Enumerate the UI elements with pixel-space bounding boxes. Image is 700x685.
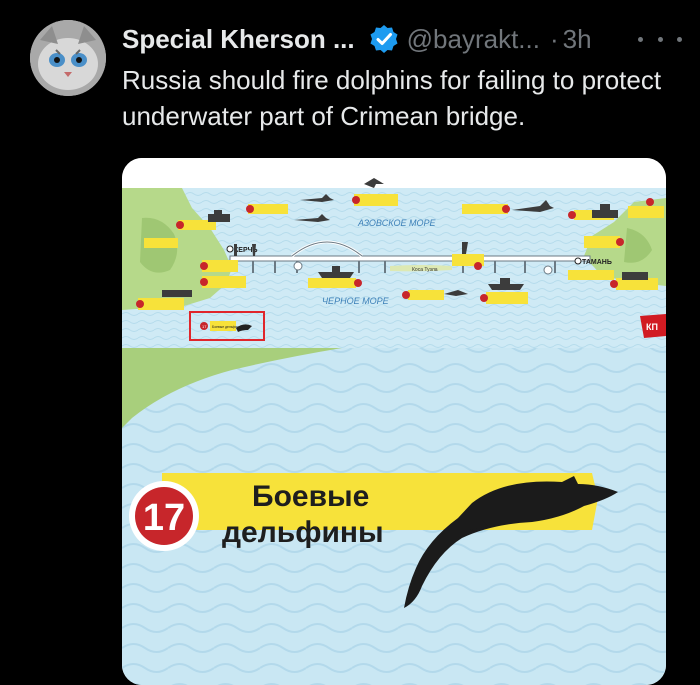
tuzla-label: Коса Тузла xyxy=(412,267,438,273)
zoom-marker-17: 17 xyxy=(143,497,185,539)
separator-dot: · xyxy=(549,23,559,54)
more-dot xyxy=(677,36,682,42)
tweet-image[interactable]: АЗОВСКОЕ МОРЕ ЧЕРНОЕ МОРЕ КЕРЧЬ ТАМАНЬ К… xyxy=(122,158,666,685)
more-options-icon[interactable] xyxy=(638,26,682,52)
tweet-text: Russia should fire dolphins for failing … xyxy=(122,65,662,131)
kp-logo-text: КП xyxy=(646,322,658,332)
avatar[interactable] xyxy=(30,20,106,96)
small-marker-17: 17 xyxy=(202,324,207,329)
zoom-label-line2: дельфины xyxy=(222,516,384,549)
display-name[interactable]: Special Kherson ... xyxy=(122,24,355,55)
handle[interactable]: @bayrakt... xyxy=(407,24,540,55)
cat-avatar-image xyxy=(30,20,106,96)
black-sea-label: ЧЕРНОЕ МОРЕ xyxy=(322,296,390,306)
taman-label: ТАМАНЬ xyxy=(582,259,612,266)
more-dot xyxy=(657,36,663,42)
azov-sea-label: АЗОВСКОЕ МОРЕ xyxy=(357,218,436,228)
more-dot xyxy=(638,36,643,42)
tweet-header: Special Kherson ... @bayrakt... · 3h xyxy=(122,22,592,56)
zoom-label-line1: Боевые xyxy=(252,480,369,513)
kp-logo: КП xyxy=(640,314,666,338)
timestamp[interactable]: 3h xyxy=(563,24,592,55)
bridge-map-image: АЗОВСКОЕ МОРЕ ЧЕРНОЕ МОРЕ КЕРЧЬ ТАМАНЬ К… xyxy=(122,158,666,685)
verified-badge-icon xyxy=(369,24,399,54)
